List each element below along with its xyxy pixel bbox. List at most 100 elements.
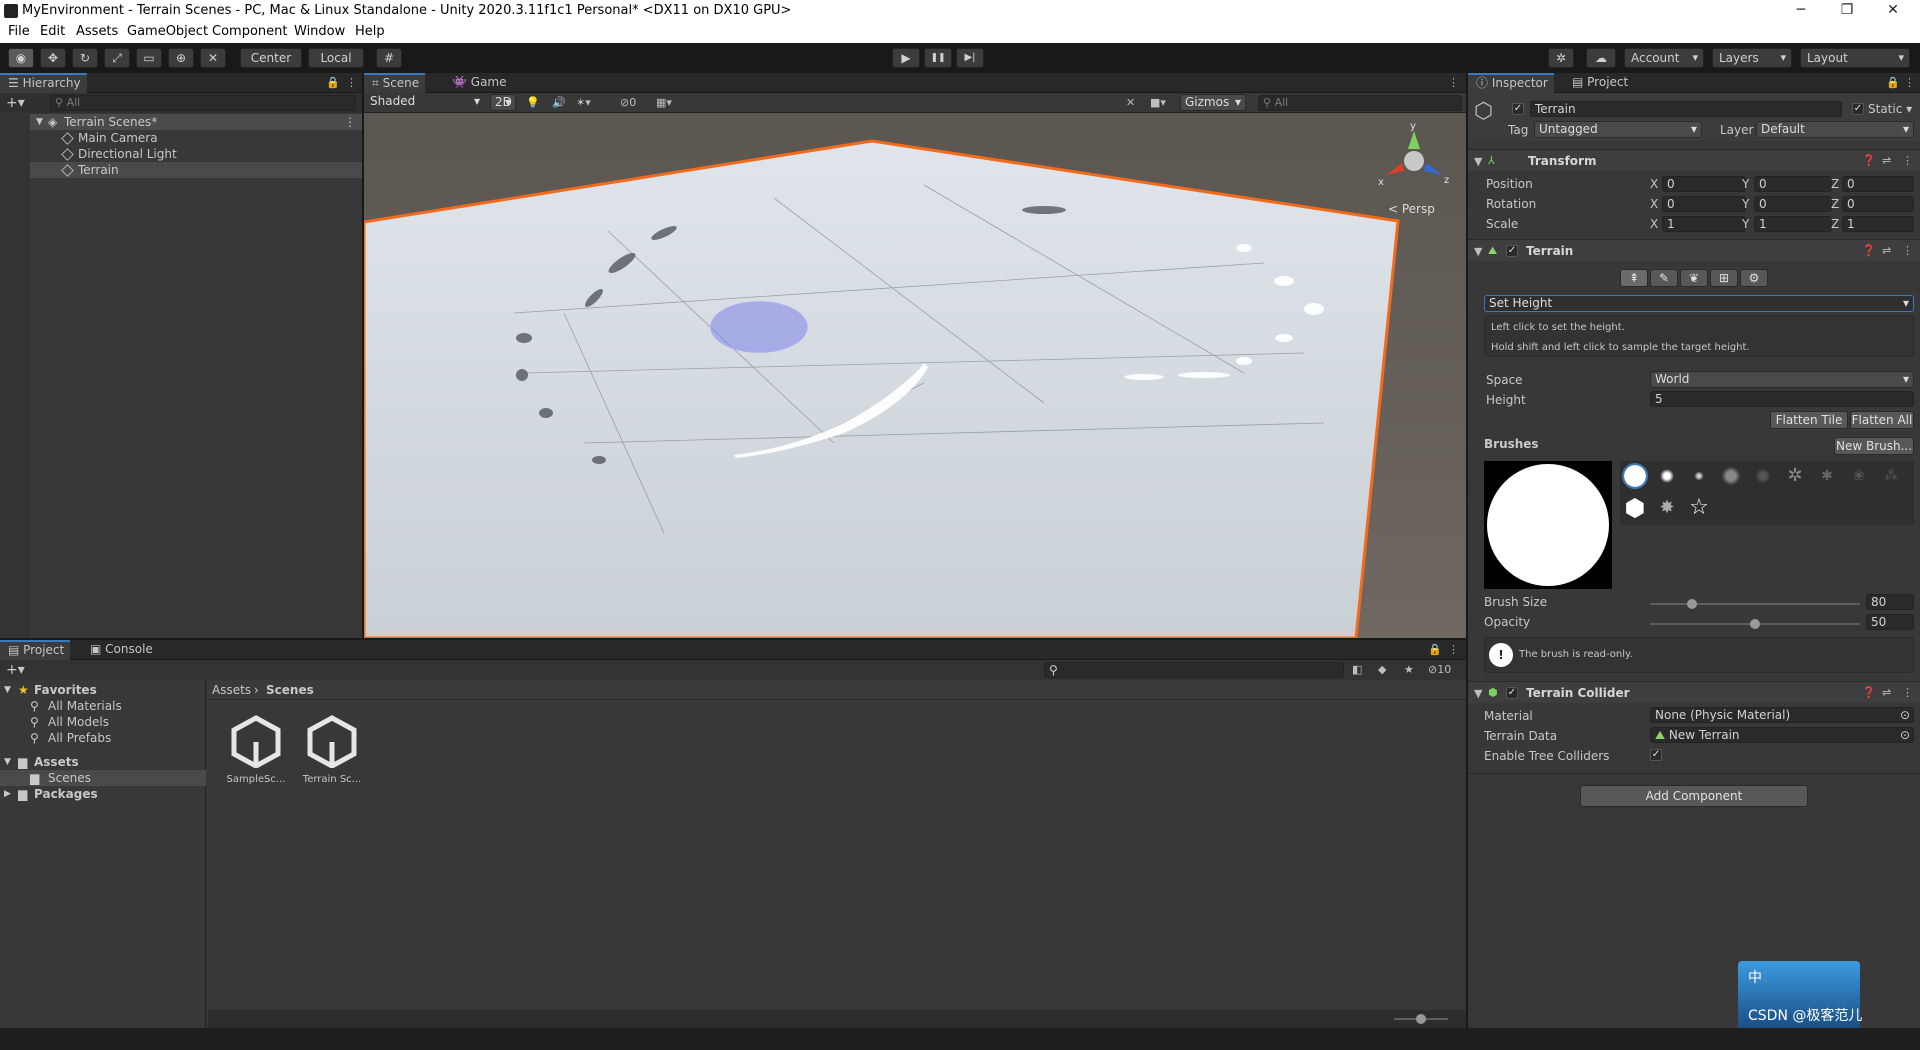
- transform-header[interactable]: ▼ ⅄ Transform ❓ ⇌ ⋮: [1468, 149, 1920, 171]
- raise-lower-tool-icon[interactable]: ⇞: [1620, 269, 1648, 287]
- breadcrumb-scenes[interactable]: Scenes: [266, 683, 314, 697]
- position-x-field[interactable]: 0: [1662, 176, 1746, 192]
- terrain-collider-header[interactable]: ▼ ⬢ ✓ Terrain Collider ❓ ⇌ ⋮: [1468, 681, 1920, 703]
- rotation-x-field[interactable]: 0: [1662, 196, 1746, 212]
- static-label[interactable]: Static ▾: [1868, 102, 1912, 116]
- brush-star-soft-icon[interactable]: ✸: [1656, 497, 1678, 519]
- new-brush-button[interactable]: New Brush...: [1834, 437, 1914, 455]
- terrain-data-field[interactable]: ⛰ New Terrain ⊙: [1650, 727, 1914, 743]
- tab-project[interactable]: ▤ Project: [0, 640, 71, 660]
- collider-enabled-checkbox[interactable]: ✓: [1506, 687, 1518, 699]
- kebab-menu-icon[interactable]: ⋮: [1904, 76, 1915, 89]
- play-button[interactable]: ▶: [892, 48, 920, 68]
- account-dropdown[interactable]: Account: [1624, 48, 1704, 68]
- component-menu-icon[interactable]: ⋮: [1902, 154, 1913, 167]
- scale-y-field[interactable]: 1: [1754, 216, 1832, 232]
- object-picker-icon[interactable]: ⊙: [1900, 728, 1910, 742]
- ime-widget[interactable]: 中 CSDN @极客范儿: [1738, 961, 1862, 1028]
- scene-search-input[interactable]: ⚲ All: [1258, 95, 1462, 111]
- terrain-tool-dropdown[interactable]: Set Height: [1484, 295, 1914, 312]
- scene-row[interactable]: ▼ ◈ Terrain Scenes* ⋮: [0, 114, 362, 130]
- expand-arrow-icon[interactable]: ▼: [4, 754, 11, 770]
- expand-arrow-icon[interactable]: ▼: [36, 114, 43, 130]
- scale-tool-icon[interactable]: ⤢: [104, 48, 130, 68]
- flatten-tile-button[interactable]: Flatten Tile: [1770, 411, 1848, 429]
- menu-component[interactable]: Component: [212, 24, 287, 39]
- brush-cloud-icon[interactable]: [1752, 465, 1774, 487]
- brush-hexagon-icon[interactable]: ⬢: [1624, 496, 1646, 520]
- height-field[interactable]: 5: [1650, 391, 1914, 407]
- audio-icon[interactable]: 🔊: [552, 96, 566, 109]
- asset-item[interactable]: Terrain Sc...: [300, 712, 364, 792]
- persp-label[interactable]: < Persp: [1388, 202, 1435, 216]
- tree-colliders-checkbox[interactable]: ✓: [1650, 749, 1662, 761]
- camera-icon[interactable]: ■▾: [1150, 96, 1166, 109]
- add-component-button[interactable]: Add Component: [1580, 785, 1808, 807]
- help-icon[interactable]: ❓: [1862, 154, 1876, 167]
- preset-icon[interactable]: ⇌: [1882, 244, 1891, 257]
- assets-folder-row[interactable]: ▼ ▆ Assets: [0, 754, 206, 770]
- project-search-input[interactable]: ⚲: [1044, 662, 1344, 678]
- menu-file[interactable]: File: [8, 24, 30, 39]
- collapse-arrow-icon[interactable]: ▶: [4, 786, 11, 802]
- opacity-knob[interactable]: [1750, 619, 1760, 629]
- transform-tool-icon[interactable]: ⊕: [168, 48, 194, 68]
- brush-size-knob[interactable]: [1687, 599, 1697, 609]
- terrain-settings-tool-icon[interactable]: ⚙: [1740, 269, 1768, 287]
- scenes-folder-row[interactable]: ▆ Scenes: [0, 770, 206, 786]
- flatten-all-button[interactable]: Flatten All: [1850, 411, 1914, 429]
- lock-icon[interactable]: 🔒: [1428, 643, 1442, 656]
- pivot-space-button[interactable]: Local: [308, 48, 364, 68]
- effects-icon[interactable]: ✶▾: [576, 96, 591, 109]
- scene-menu-icon[interactable]: ⋮: [344, 114, 356, 130]
- brush-hard-circle-icon[interactable]: [1622, 463, 1648, 489]
- create-asset-button[interactable]: +▾: [6, 662, 25, 678]
- grid-icon[interactable]: ▦▾: [656, 96, 672, 109]
- rotation-z-field[interactable]: 0: [1842, 196, 1914, 212]
- hidden-objects-icon[interactable]: ⊘0: [620, 96, 636, 109]
- icon-size-knob[interactable]: [1416, 1014, 1426, 1024]
- layers-dropdown[interactable]: Layers: [1712, 48, 1792, 68]
- step-button[interactable]: ▶|: [956, 48, 984, 68]
- component-menu-icon[interactable]: ⋮: [1902, 686, 1913, 699]
- preset-icon[interactable]: ⇌: [1882, 154, 1891, 167]
- 2d-toggle[interactable]: 2D: [490, 94, 516, 111]
- move-tool-icon[interactable]: ✥: [40, 48, 66, 68]
- filter-label-icon[interactable]: ◆: [1378, 663, 1386, 676]
- cloud-icon[interactable]: ☁: [1586, 48, 1616, 68]
- favorite-item[interactable]: ⚲ All Models: [0, 714, 206, 730]
- shading-dropdown[interactable]: Shaded: [366, 94, 484, 111]
- brush-noise-icon[interactable]: [1720, 465, 1742, 487]
- pivot-center-button[interactable]: Center: [240, 48, 302, 68]
- minimize-button[interactable]: ─: [1778, 0, 1824, 22]
- kebab-menu-icon[interactable]: ⋮: [346, 76, 357, 89]
- expand-arrow-icon[interactable]: ▼: [4, 682, 11, 698]
- menu-window[interactable]: Window: [294, 24, 345, 39]
- paint-trees-tool-icon[interactable]: ✎: [1650, 269, 1678, 287]
- brush-grass-icon[interactable]: ✱: [1816, 465, 1838, 487]
- static-checkbox[interactable]: ✓: [1852, 103, 1864, 115]
- scene-viewport[interactable]: y x z < Persp: [364, 113, 1466, 638]
- component-menu-icon[interactable]: ⋮: [1902, 244, 1913, 257]
- foldout-arrow-icon[interactable]: ▼: [1474, 687, 1482, 700]
- rect-tool-icon[interactable]: ▭: [136, 48, 162, 68]
- terrain-enabled-checkbox[interactable]: ✓: [1506, 245, 1518, 257]
- tag-dropdown[interactable]: Untagged: [1534, 121, 1702, 138]
- help-icon[interactable]: ❓: [1862, 686, 1876, 699]
- packages-folder-row[interactable]: ▶ ▆ Packages: [0, 786, 206, 802]
- breadcrumb-assets[interactable]: Assets: [212, 683, 251, 697]
- lock-icon[interactable]: 🔒: [326, 76, 340, 89]
- brush-swirl-icon[interactable]: ❀: [1848, 465, 1870, 487]
- layer-dropdown[interactable]: Default: [1756, 121, 1914, 138]
- favorite-item[interactable]: ⚲ All Prefabs: [0, 730, 206, 746]
- menu-assets[interactable]: Assets: [76, 24, 118, 39]
- tab-game[interactable]: 👾 Game: [444, 73, 513, 93]
- hierarchy-item[interactable]: Directional Light: [0, 146, 362, 162]
- foldout-arrow-icon[interactable]: ▼: [1474, 155, 1482, 168]
- icon-size-slider[interactable]: [1394, 1014, 1448, 1024]
- object-picker-icon[interactable]: ⊙: [1900, 708, 1910, 722]
- filter-type-icon[interactable]: ◧: [1352, 663, 1362, 676]
- tab-hierarchy[interactable]: ☰ Hierarchy: [0, 73, 87, 93]
- foldout-arrow-icon[interactable]: ▼: [1474, 245, 1482, 258]
- terrain-mesh[interactable]: [364, 139, 1400, 638]
